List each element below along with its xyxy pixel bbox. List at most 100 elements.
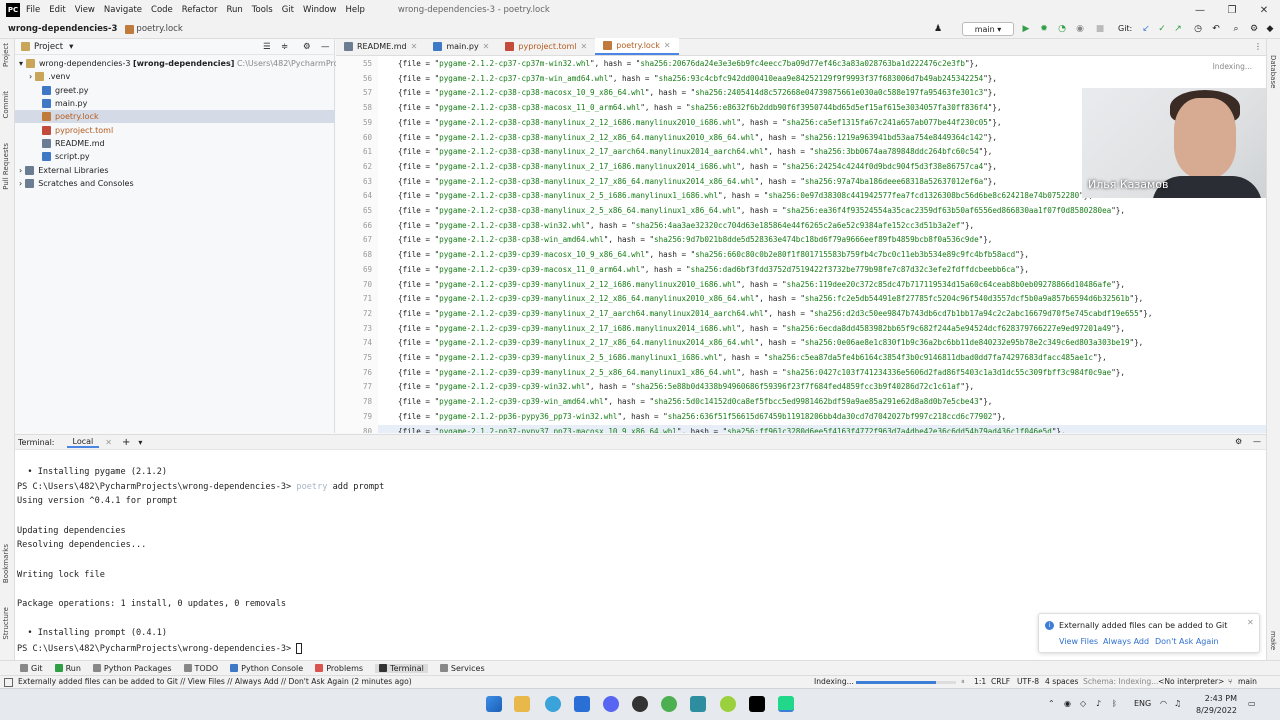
app-icon-2[interactable] xyxy=(720,696,736,712)
code-line[interactable]: {file = "pygame-2.1.2-cp38-cp38-manylinu… xyxy=(398,160,997,175)
close-icon[interactable]: ✕ xyxy=(581,42,588,51)
view-files-link[interactable]: View Files xyxy=(1059,637,1098,646)
toolwindow-run[interactable]: Run xyxy=(54,664,81,673)
code-line[interactable]: {file = "pygame-2.1.2-cp39-cp39-win_amd6… xyxy=(398,395,992,410)
toolwindow-python-packages[interactable]: Python Packages xyxy=(92,664,172,673)
close-icon[interactable]: ✕ xyxy=(411,42,418,51)
tray-chevron-icon[interactable]: ⌃ xyxy=(1048,699,1055,708)
code-line[interactable]: {file = "pygame-2.1.2-cp38-cp38-macosx_1… xyxy=(398,86,997,101)
stripe-project[interactable]: Project xyxy=(2,43,10,67)
code-line[interactable]: {file = "pygame-2.1.2-cp37-cp37m-win32.w… xyxy=(398,57,979,72)
tab-readme[interactable]: README.md ✕ xyxy=(336,38,425,55)
status-message[interactable]: Externally added files can be added to G… xyxy=(18,677,412,686)
git-commit-icon[interactable]: ✓ xyxy=(1156,23,1168,35)
stripe-structure[interactable]: Structure xyxy=(2,607,10,640)
close-icon[interactable]: ✕ xyxy=(1247,618,1254,627)
gear-icon[interactable]: ⚙ xyxy=(1235,437,1242,446)
code-line[interactable]: {file = "pygame-2.1.2-cp39-cp39-manylinu… xyxy=(398,322,1125,337)
menu-view[interactable]: View xyxy=(75,5,95,15)
code-line[interactable]: {file = "pygame-2.1.2-cp39-cp39-macosx_1… xyxy=(398,248,1029,263)
minimize-button[interactable]: — xyxy=(1184,0,1216,20)
caret-position[interactable]: 1:1 xyxy=(974,677,986,686)
close-icon[interactable]: ✕ xyxy=(483,42,490,51)
tray-wifi-icon[interactable]: ◠ xyxy=(1160,699,1167,708)
code-line[interactable]: {file = "pygame-2.1.2-pp36-pypy36_pp73-w… xyxy=(398,410,1006,425)
obs-icon[interactable] xyxy=(632,696,648,712)
terminal-prompt-line[interactable]: PS C:\Users\482\PycharmProjects\wrong-de… xyxy=(17,643,303,654)
dont-ask-again-link[interactable]: Don't Ask Again xyxy=(1155,637,1219,646)
vscode-icon[interactable] xyxy=(574,696,590,712)
stripe-make[interactable]: make xyxy=(1269,631,1277,650)
expand-all-icon[interactable]: ≑ xyxy=(281,42,288,52)
code-line[interactable]: {file = "pygame-2.1.2-cp39-cp39-manylinu… xyxy=(398,292,1143,307)
restore-button[interactable]: ❐ xyxy=(1216,0,1248,20)
menu-edit[interactable]: Edit xyxy=(49,5,65,15)
menu-window[interactable]: Window xyxy=(303,5,337,15)
windows-start-icon[interactable] xyxy=(486,696,502,712)
profile-icon[interactable]: ◉ xyxy=(1074,23,1086,35)
tab-pyproject[interactable]: pyproject.toml ✕ xyxy=(497,38,595,55)
code-line[interactable]: {file = "pygame-2.1.2-cp38-cp38-manylinu… xyxy=(398,175,997,190)
menu-file[interactable]: File xyxy=(26,5,40,15)
tree-item-main[interactable]: main.py xyxy=(42,97,87,110)
run-icon[interactable]: ▶ xyxy=(1020,23,1032,35)
code-line[interactable]: {file = "pygame-2.1.2-pp37-pypy37_pp73-m… xyxy=(378,424,1266,433)
code-line[interactable]: {file = "pygame-2.1.2-cp39-cp39-manylinu… xyxy=(398,351,1107,366)
tab-poetry-lock[interactable]: poetry.lock ✕ xyxy=(595,38,679,55)
menu-help[interactable]: Help xyxy=(346,5,365,15)
tray-mic-icon[interactable]: ♪ xyxy=(1096,699,1101,708)
file-explorer-icon[interactable] xyxy=(514,696,530,712)
menu-code[interactable]: Code xyxy=(151,5,173,15)
tray-language[interactable]: ENG xyxy=(1134,699,1151,708)
app-icon-3[interactable] xyxy=(749,696,765,712)
stripe-bookmarks[interactable]: Bookmarks xyxy=(2,544,10,583)
taskbar-clock[interactable]: 2:43 PM 8/29/2022 xyxy=(1196,693,1237,717)
coverage-icon[interactable]: ◔ xyxy=(1056,23,1068,35)
panel-toggle-icon[interactable] xyxy=(4,678,13,687)
menu-navigate[interactable]: Navigate xyxy=(104,5,142,15)
indent-setting[interactable]: 4 spaces xyxy=(1045,677,1078,686)
history-icon[interactable]: ◷ xyxy=(1192,23,1204,35)
breadcrumb-project[interactable]: wrong-dependencies-3 xyxy=(8,24,117,34)
interpreter[interactable]: <No interpreter> xyxy=(1158,677,1224,686)
user-icon[interactable]: ♟ xyxy=(932,23,944,35)
stripe-database[interactable]: Database xyxy=(1269,55,1277,88)
status-branch[interactable]: main xyxy=(1238,677,1257,686)
pause-icon[interactable]: ⏸ xyxy=(961,677,965,687)
chevron-down-icon[interactable]: ▾ xyxy=(69,42,73,52)
toolwindow-todo[interactable]: TODO xyxy=(183,664,218,673)
project-panel-title[interactable]: Project xyxy=(34,42,63,52)
hide-icon[interactable]: — xyxy=(321,42,330,52)
tree-item-greet[interactable]: greet.py xyxy=(42,84,89,97)
terminal-tab-local[interactable]: Local xyxy=(66,437,100,448)
code-line[interactable]: {file = "pygame-2.1.2-cp38-cp38-manylinu… xyxy=(398,131,997,146)
code-line[interactable]: {file = "pygame-2.1.2-cp39-cp39-manylinu… xyxy=(398,366,1125,381)
tree-item-venv[interactable]: › .venv xyxy=(29,70,70,83)
code-line[interactable]: {file = "pygame-2.1.2-cp38-cp38-manylinu… xyxy=(398,116,1002,131)
git-update-icon[interactable]: ↙ xyxy=(1140,23,1152,35)
code-line[interactable]: {file = "pygame-2.1.2-cp38-cp38-manylinu… xyxy=(398,145,992,160)
toolwindow-git[interactable]: Git xyxy=(20,664,43,673)
line-separator[interactable]: CRLF xyxy=(991,677,1010,686)
notifications-icon[interactable]: ▭ xyxy=(1248,699,1256,708)
code-line[interactable]: {file = "pygame-2.1.2-cp38-cp38-macosx_1… xyxy=(398,101,1002,116)
close-icon[interactable]: ✕ xyxy=(664,41,671,50)
code-line[interactable]: {file = "pygame-2.1.2-cp39-cp39-manylinu… xyxy=(398,307,1152,322)
tree-item-pyproject[interactable]: pyproject.toml xyxy=(42,124,113,137)
menu-refactor[interactable]: Refactor xyxy=(182,5,218,15)
code-line[interactable]: {file = "pygame-2.1.2-cp37-cp37m-win_amd… xyxy=(398,72,997,87)
code-line[interactable]: {file = "pygame-2.1.2-cp38-cp38-manylinu… xyxy=(398,204,1125,219)
search-icon[interactable]: ⌕ xyxy=(1230,23,1242,35)
toolwindow-problems[interactable]: Problems xyxy=(315,664,363,673)
gear-icon[interactable]: ⚙ xyxy=(303,42,311,52)
json-schema[interactable]: Schema: Indexing... xyxy=(1083,677,1158,686)
code-line[interactable]: {file = "pygame-2.1.2-cp38-cp38-win_amd6… xyxy=(398,233,992,248)
chevron-down-icon[interactable]: ▾ xyxy=(138,438,142,447)
always-add-link[interactable]: Always Add xyxy=(1103,637,1149,646)
chrome-icon[interactable] xyxy=(545,696,561,712)
pycharm-taskbar-icon[interactable] xyxy=(778,696,794,712)
code-line[interactable]: {file = "pygame-2.1.2-cp38-cp38-win32.wh… xyxy=(398,219,974,234)
tab-main[interactable]: main.py ✕ xyxy=(425,38,497,55)
tray-network-icon[interactable]: ◇ xyxy=(1080,699,1086,708)
more-tabs-icon[interactable]: ⋮ xyxy=(1254,42,1262,51)
